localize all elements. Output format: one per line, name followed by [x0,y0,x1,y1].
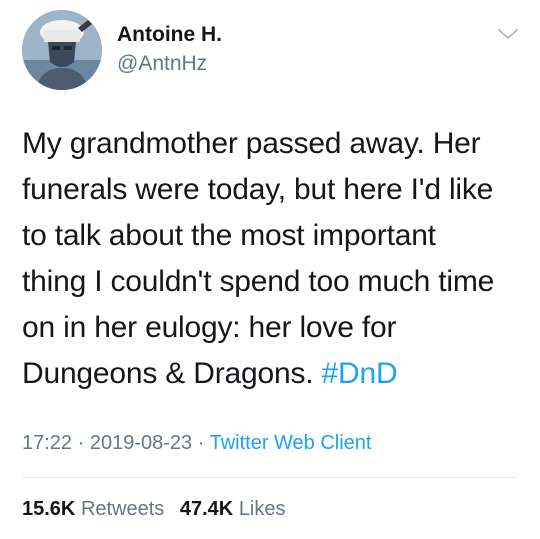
tweet-date[interactable]: 2019-08-23 [90,432,192,454]
client-link[interactable]: Twitter Web Client [210,432,372,454]
tweet-time[interactable]: 17:22 [22,432,72,454]
likes-count: 47.4K [179,498,234,520]
tweet-text-line: to talk about the most important [22,219,436,252]
tweet-card: Antoine H. @AntnHz My grandmother passed… [0,0,540,539]
tweet-text-segment: Dungeons & Dragons. [22,357,322,390]
retweets-count: 15.6K [22,498,76,520]
tweet-stats: 15.6K Retweets 47.4K Likes [22,496,296,522]
tweet-meta: 17:22 · 2019-08-23 · Twitter Web Client [22,430,371,456]
tweet-text-line: thing I couldn't spend too much time [22,265,495,298]
hashtag-link[interactable]: #DnD [322,357,398,390]
tweet-text-line: on in her eulogy: her love for [22,311,397,344]
tweet-text: My grandmother passed away. Her funerals… [22,121,527,397]
author-info: Antoine H. @AntnHz [117,22,222,77]
avatar-image [22,10,102,90]
meta-separator: · [192,432,210,454]
divider [22,477,518,478]
meta-separator: · [72,432,90,454]
likes-stat[interactable]: 47.4K Likes [180,498,286,520]
chevron-down-icon[interactable] [497,26,519,42]
avatar[interactable] [22,10,102,90]
tweet-text-line: funerals were today, but here I'd like [22,173,494,206]
retweets-stat[interactable]: 15.6K Retweets [22,498,164,520]
display-name[interactable]: Antoine H. [117,22,222,48]
tweet-text-last-line: Dungeons & Dragons. #DnD [22,351,527,397]
user-handle[interactable]: @AntnHz [117,51,222,77]
likes-label: Likes [238,498,286,520]
tweet-text-line: My grandmother passed away. Her [22,127,481,160]
retweets-label: Retweets [80,498,165,520]
